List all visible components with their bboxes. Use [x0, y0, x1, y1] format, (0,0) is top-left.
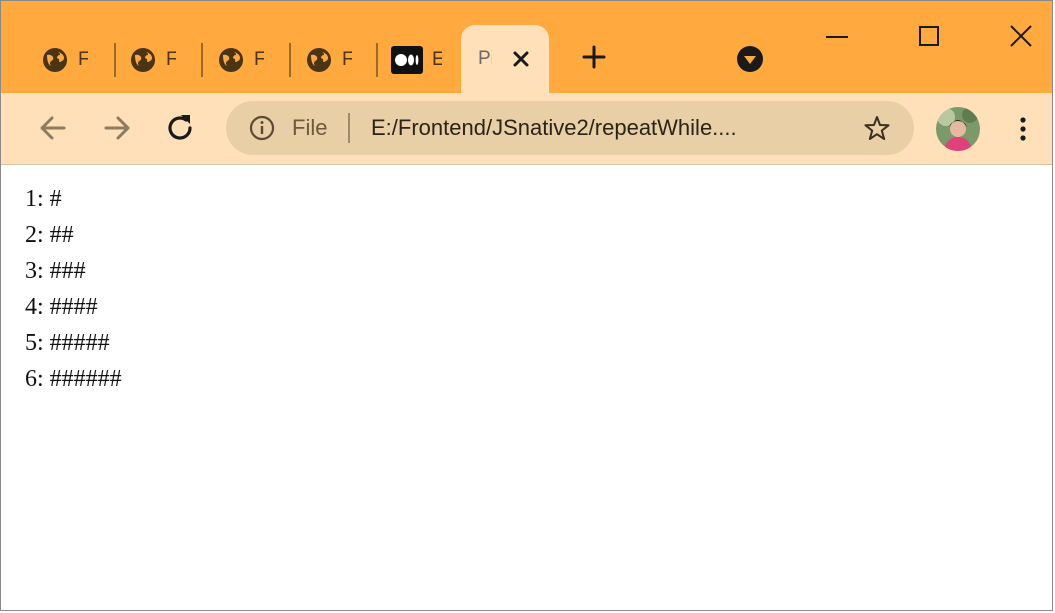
profile-photo-icon [936, 107, 980, 151]
tab-title: F [78, 49, 88, 71]
tab-2[interactable]: F [129, 39, 176, 81]
tab-separator [114, 43, 116, 77]
tab-5[interactable]: E [391, 39, 442, 81]
output-line-2: 2: ## [25, 222, 74, 248]
tab-title: Pi [478, 48, 492, 69]
minimize-icon[interactable] [814, 19, 860, 55]
output-line-6: 6: ###### [25, 366, 122, 392]
tab-title: E [432, 49, 442, 71]
output-line-3: 3: ### [25, 258, 86, 284]
back-arrow-icon[interactable] [34, 109, 72, 147]
maximize-icon[interactable] [906, 19, 952, 55]
forward-arrow-icon[interactable] [98, 109, 136, 147]
bookmark-star-icon[interactable] [862, 113, 892, 143]
page-content: 1: # 2: ## 3: ### 4: #### 5: ##### 6: ##… [25, 181, 122, 397]
new-tab-icon[interactable] [578, 41, 610, 73]
output-line-4: 4: #### [25, 294, 98, 320]
tab-title: F [166, 49, 176, 71]
tab-search-icon[interactable] [735, 44, 765, 74]
close-tab-icon[interactable] [507, 45, 535, 73]
globe-icon [43, 48, 67, 72]
tab-active[interactable]: Pi [461, 25, 549, 93]
info-icon[interactable] [248, 114, 276, 142]
globe-icon [131, 48, 155, 72]
medium-logo-icon [391, 46, 423, 74]
tab-title: F [254, 49, 264, 71]
tab-separator [201, 43, 203, 77]
globe-icon [219, 48, 243, 72]
url-text[interactable]: E:/Frontend/JSnative2/repeatWhile.... [371, 114, 841, 142]
menu-kebab-icon[interactable] [1009, 111, 1037, 147]
tab-separator [289, 43, 291, 77]
browser-window: F F F F [0, 0, 1053, 611]
output-line-1: 1: # [25, 186, 62, 212]
tab-strip: F F F F [1, 1, 1052, 93]
address-bar[interactable]: File E:/Frontend/JSnative2/repeatWhile..… [226, 101, 914, 155]
address-divider [348, 113, 350, 143]
close-window-icon[interactable] [998, 19, 1044, 55]
tab-3[interactable]: F [217, 39, 264, 81]
browser-toolbar: File E:/Frontend/JSnative2/repeatWhile..… [1, 93, 1052, 165]
profile-avatar[interactable] [936, 107, 980, 151]
tab-1[interactable]: F [41, 39, 88, 81]
tab-title: F [342, 49, 352, 71]
tab-separator [376, 43, 378, 77]
output-line-5: 5: ##### [25, 330, 110, 356]
reload-icon[interactable] [161, 109, 199, 147]
tab-4[interactable]: F [305, 39, 352, 81]
globe-icon [307, 48, 331, 72]
file-scheme-label: File [292, 115, 328, 140]
